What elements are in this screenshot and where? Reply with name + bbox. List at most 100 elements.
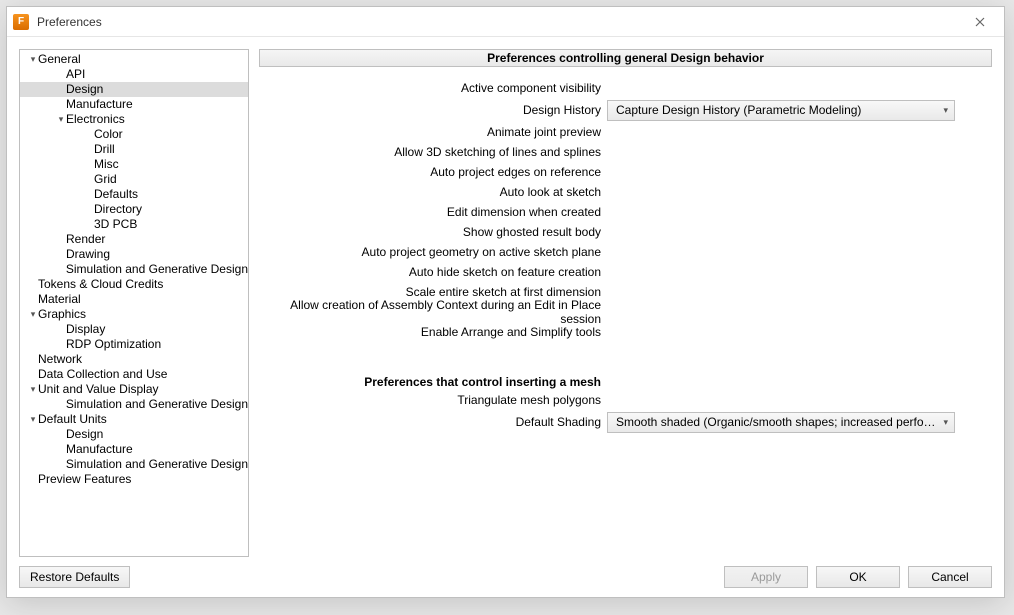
chevron-down-icon[interactable]: ▾ — [28, 307, 38, 322]
tree-item[interactable]: Render — [20, 232, 248, 247]
tree-item-label: Color — [94, 127, 123, 142]
checkbox-placeholder[interactable]: . — [605, 265, 992, 279]
checkbox-placeholder[interactable]: . — [605, 245, 992, 259]
tree-item-label: API — [66, 67, 85, 82]
checkbox-placeholder[interactable]: . — [605, 285, 992, 299]
tree-item[interactable]: 3D PCB — [20, 217, 248, 232]
chevron-down-icon[interactable]: ▾ — [56, 112, 66, 127]
tree-item[interactable]: Grid — [20, 172, 248, 187]
form-row: Design HistoryCapture Design History (Pa… — [259, 99, 992, 121]
checkbox-placeholder[interactable]: . — [605, 165, 992, 179]
chevron-down-icon[interactable]: ▾ — [28, 412, 38, 427]
select-dropdown[interactable]: Smooth shaded (Organic/smooth shapes; in… — [607, 412, 955, 433]
tree-item[interactable]: Network — [20, 352, 248, 367]
cancel-button[interactable]: Cancel — [908, 566, 992, 588]
tree-item[interactable]: Data Collection and Use — [20, 367, 248, 382]
form-row: Allow creation of Assembly Context durin… — [259, 303, 992, 321]
ok-button[interactable]: OK — [816, 566, 900, 588]
tree-item-label: Design — [66, 427, 103, 442]
form-row: Triangulate mesh polygons. — [259, 391, 992, 409]
tree-item[interactable]: Color — [20, 127, 248, 142]
checkbox-placeholder[interactable]: . — [605, 393, 992, 407]
close-button[interactable] — [962, 8, 998, 36]
tree-item[interactable]: Preview Features — [20, 472, 248, 487]
tree-item[interactable]: Display — [20, 322, 248, 337]
tree-item-label: 3D PCB — [94, 217, 137, 232]
select-value: Smooth shaded (Organic/smooth shapes; in… — [616, 415, 937, 429]
tree-item[interactable]: Simulation and Generative Design — [20, 457, 248, 472]
window-title: Preferences — [37, 15, 102, 29]
subsection-header: Preferences that control inserting a mes… — [259, 373, 992, 391]
checkbox-placeholder[interactable]: . — [605, 205, 992, 219]
tree-item-label: Defaults — [94, 187, 138, 202]
tree-item-label: Unit and Value Display — [38, 382, 159, 397]
apply-button[interactable]: Apply — [724, 566, 808, 588]
tree-item[interactable]: ▾Graphics — [20, 307, 248, 322]
form-label: Triangulate mesh polygons — [259, 393, 605, 407]
chevron-down-icon[interactable]: ▾ — [28, 382, 38, 397]
subsection-title: Preferences that control inserting a mes… — [259, 375, 605, 389]
tree-item-label: Preview Features — [38, 472, 131, 487]
close-icon — [975, 17, 985, 27]
tree-item[interactable]: ▾General — [20, 52, 248, 67]
nav-tree[interactable]: ▾GeneralAPIDesignManufacture▾Electronics… — [19, 49, 249, 557]
form-label: Allow 3D sketching of lines and splines — [259, 145, 605, 159]
form-label: Auto project geometry on active sketch p… — [259, 245, 605, 259]
tree-item[interactable]: Design — [20, 82, 248, 97]
form-label: Auto project edges on reference — [259, 165, 605, 179]
tree-item[interactable]: RDP Optimization — [20, 337, 248, 352]
tree-item-label: Material — [38, 292, 81, 307]
checkbox-placeholder[interactable]: . — [605, 325, 992, 339]
chevron-down-icon: ▾ — [937, 417, 948, 428]
tree-item[interactable]: Manufacture — [20, 442, 248, 457]
tree-item[interactable]: Misc — [20, 157, 248, 172]
checkbox-placeholder[interactable]: . — [605, 225, 992, 239]
checkbox-placeholder[interactable]: . — [605, 145, 992, 159]
tree-item-label: Drawing — [66, 247, 110, 262]
tree-item[interactable]: ▾Default Units — [20, 412, 248, 427]
form-row: Show ghosted result body. — [259, 223, 992, 241]
checkbox-placeholder[interactable]: . — [605, 305, 992, 319]
content-area: ▾GeneralAPIDesignManufacture▾Electronics… — [7, 37, 1004, 557]
checkbox-placeholder[interactable]: . — [605, 81, 992, 95]
tree-item-label: Simulation and Generative Design — [66, 262, 248, 277]
form-label: Allow creation of Assembly Context durin… — [259, 298, 605, 326]
settings-panel: Preferences controlling general Design b… — [259, 49, 992, 557]
tree-item-label: Data Collection and Use — [38, 367, 167, 382]
select-dropdown[interactable]: Capture Design History (Parametric Model… — [607, 100, 955, 121]
form-label: Scale entire sketch at first dimension — [259, 285, 605, 299]
form-row: Auto hide sketch on feature creation. — [259, 263, 992, 281]
footer: Restore Defaults Apply OK Cancel — [7, 557, 1004, 597]
tree-item-label: Display — [66, 322, 105, 337]
tree-item[interactable]: Design — [20, 427, 248, 442]
tree-item[interactable]: ▾Unit and Value Display — [20, 382, 248, 397]
tree-item[interactable]: ▾Electronics — [20, 112, 248, 127]
tree-item[interactable]: Material — [20, 292, 248, 307]
tree-item[interactable]: Drawing — [20, 247, 248, 262]
checkbox-placeholder[interactable]: . — [605, 185, 992, 199]
chevron-down-icon[interactable]: ▾ — [28, 52, 38, 67]
form-label: Design History — [259, 103, 605, 117]
tree-item[interactable]: Directory — [20, 202, 248, 217]
tree-item-label: Render — [66, 232, 105, 247]
tree-item[interactable]: Defaults — [20, 187, 248, 202]
tree-item-label: Manufacture — [66, 442, 133, 457]
form-row: Allow 3D sketching of lines and splines. — [259, 143, 992, 161]
tree-item-label: Drill — [94, 142, 115, 157]
tree-item[interactable]: Drill — [20, 142, 248, 157]
checkbox-placeholder[interactable]: . — [605, 125, 992, 139]
tree-item-label: Manufacture — [66, 97, 133, 112]
tree-item[interactable]: Tokens & Cloud Credits — [20, 277, 248, 292]
form-row: Default ShadingSmooth shaded (Organic/sm… — [259, 411, 992, 433]
tree-item-label: Electronics — [66, 112, 125, 127]
restore-defaults-button[interactable]: Restore Defaults — [19, 566, 130, 588]
tree-item-label: Simulation and Generative Design — [66, 457, 248, 472]
form-label: Active component visibility — [259, 81, 605, 95]
preferences-window: F Preferences ▾GeneralAPIDesignManufactu… — [6, 6, 1005, 598]
form-area: Active component visibility.Design Histo… — [259, 79, 992, 557]
tree-item[interactable]: Simulation and Generative Design — [20, 397, 248, 412]
tree-item-label: Simulation and Generative Design — [66, 397, 248, 412]
tree-item[interactable]: Manufacture — [20, 97, 248, 112]
tree-item[interactable]: Simulation and Generative Design — [20, 262, 248, 277]
tree-item[interactable]: API — [20, 67, 248, 82]
